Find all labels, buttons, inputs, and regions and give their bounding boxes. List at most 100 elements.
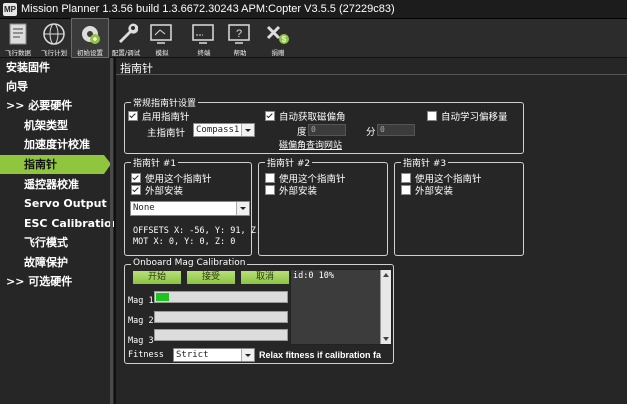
- toolbar-flight-plan-button[interactable]: 飞行计划: [36, 19, 72, 57]
- checkbox-label: 外部安装: [145, 186, 184, 197]
- chevron-down-icon: [241, 124, 254, 136]
- sidebar-item-failsafe[interactable]: 故障保护: [24, 253, 68, 272]
- mag-1-progress-bar: [154, 291, 288, 303]
- toolbar-label: 模拟: [155, 49, 169, 57]
- compass-panel: 指南针 常规指南针设置 启用指南针 主指南针 Compass1 自动获取磁偏角 …: [116, 58, 627, 404]
- sidebar-item-label: >> 可选硬件: [6, 275, 73, 288]
- svg-text:$: $: [282, 35, 287, 44]
- toolbar-label: 捐赠: [271, 49, 285, 57]
- config-wrench-icon: [119, 23, 138, 43]
- checkbox-label: 自动获取磁偏角: [279, 112, 346, 123]
- select-value: Compass1: [196, 125, 240, 135]
- fitness-hint: Relax fitness if calibration fa: [259, 350, 382, 360]
- fitness-label: Fitness: [128, 350, 164, 360]
- select-value: Strict: [176, 350, 209, 360]
- auto-learn-offsets-checkbox[interactable]: 自动学习偏移量: [427, 109, 508, 123]
- compass-1-orientation-select[interactable]: None: [130, 201, 250, 216]
- setup-sidebar: 安装固件 向导 >> 必要硬件 机架类型 加速度计校准 指南针 遥控器校准 Se…: [0, 58, 120, 404]
- title-bar: MP Mission Planner 1.3.56 build 1.3.6672…: [0, 0, 627, 19]
- compass-1-offsets: OFFSETS X: -56, Y: 91, Z:: [133, 226, 261, 236]
- group-title: 指南针 #2: [265, 156, 313, 169]
- group-title: 指南针 #3: [401, 156, 449, 169]
- fitness-select[interactable]: Strict: [173, 348, 255, 362]
- start-calibration-button[interactable]: 开始: [133, 271, 181, 284]
- donate-icon: $: [266, 25, 289, 44]
- terminal-icon: [192, 24, 214, 44]
- degree-input[interactable]: 0: [308, 124, 346, 136]
- sidebar-item-accel-calibration[interactable]: 加速度计校准: [24, 135, 90, 154]
- toolbar-flight-data-button[interactable]: 飞行数据: [0, 19, 36, 57]
- toolbar-terminal-button[interactable]: 终端: [186, 19, 222, 57]
- cancel-calibration-button[interactable]: 取消: [241, 271, 289, 284]
- setup-gear-icon: [82, 26, 100, 44]
- onboard-mag-calibration-group: Onboard Mag Calibration 开始 接受 取消 id:0 10…: [124, 258, 394, 364]
- globe-icon: [43, 23, 65, 45]
- progress-fill: [156, 293, 170, 301]
- group-title: Onboard Mag Calibration: [131, 258, 248, 268]
- toolbar-label: 飞行数据: [5, 49, 31, 57]
- checkbox-label: 自动学习偏移量: [441, 112, 508, 123]
- group-title: 常规指南针设置: [131, 96, 199, 109]
- checkbox-icon: [131, 185, 141, 195]
- sidebar-item-label: 遥控器校准: [24, 178, 79, 191]
- compass-2-group: 指南针 #2 使用这个指南针 外部安装: [258, 156, 388, 256]
- sidebar-item-label: 机架类型: [24, 119, 68, 132]
- compass-1-external-checkbox[interactable]: 外部安装: [131, 183, 183, 197]
- toolbar-simulation-button[interactable]: 模拟: [144, 19, 180, 57]
- sidebar-item-label: ESC Calibration: [24, 217, 120, 230]
- toolbar-config-button[interactable]: 配置/调试: [108, 19, 144, 57]
- compass-3-external-checkbox[interactable]: 外部安装: [401, 183, 453, 197]
- toolbar-help-button[interactable]: ? 帮助: [222, 19, 258, 57]
- declination-website-link[interactable]: 磁偏角查询网站: [279, 138, 342, 151]
- sidebar-item-esc-calibration[interactable]: ESC Calibration: [24, 214, 120, 233]
- accept-calibration-button[interactable]: 接受: [187, 271, 235, 284]
- sidebar-item-radio-calibration[interactable]: 遥控器校准: [24, 175, 79, 194]
- primary-compass-label: 主指南针: [147, 128, 186, 139]
- sidebar-item-frame-type[interactable]: 机架类型: [24, 116, 68, 135]
- toolbar-label: 帮助: [233, 49, 247, 57]
- sidebar-item-install-firmware[interactable]: 安装固件: [6, 58, 50, 77]
- toolbar-initial-setup-button[interactable]: 初始设置: [71, 18, 109, 58]
- sidebar-item-servo-output[interactable]: Servo Output: [24, 194, 107, 213]
- sidebar-item-label: 飞行模式: [24, 236, 68, 249]
- auto-declination-checkbox[interactable]: 自动获取磁偏角: [265, 109, 346, 123]
- toolbar-donate-button[interactable]: $ 捐赠: [260, 19, 296, 57]
- checkbox-icon: [401, 185, 411, 195]
- main-toolbar: 飞行数据 飞行计划 初始设置 配置/调试 模拟 终端 ? 帮助 $ 捐赠: [0, 18, 627, 58]
- minute-label: 分: [366, 127, 376, 138]
- sidebar-item-flight-modes[interactable]: 飞行模式: [24, 233, 68, 252]
- checkbox-icon: [131, 173, 141, 183]
- enable-compass-checkbox[interactable]: 启用指南针: [128, 109, 190, 123]
- mag-2-progress-bar: [154, 311, 288, 323]
- calibration-log: id:0 10%: [290, 269, 392, 345]
- toolbar-label: 初始设置: [77, 49, 103, 57]
- compass-3-group: 指南针 #3 使用这个指南针 外部安装: [394, 156, 524, 256]
- minute-input[interactable]: 0: [377, 124, 415, 136]
- simulation-icon: [150, 24, 172, 44]
- checkbox-icon: [427, 111, 437, 121]
- app-logo-icon: MP: [3, 2, 17, 16]
- checkbox-icon: [401, 173, 411, 183]
- checkbox-label: 外部安装: [415, 186, 454, 197]
- sidebar-item-label: Servo Output: [24, 197, 107, 210]
- title-divider: [116, 74, 627, 75]
- degree-label: 度: [297, 127, 307, 138]
- checkbox-icon: [265, 173, 275, 183]
- chevron-down-icon: [241, 349, 254, 361]
- compass-2-external-checkbox[interactable]: 外部安装: [265, 183, 317, 197]
- calibration-log-text: id:0 10%: [293, 271, 334, 281]
- sidebar-item-optional-hardware[interactable]: >> 可选硬件: [6, 272, 72, 291]
- log-scrollbar[interactable]: [380, 270, 391, 344]
- compass-1-group: 指南针 #1 使用这个指南针 外部安装 None OFFSETS X: -56,…: [124, 156, 261, 256]
- checkbox-label: 启用指南针: [142, 112, 190, 123]
- sidebar-item-label: 指南针: [24, 158, 57, 171]
- general-compass-settings-group: 常规指南针设置 启用指南针 主指南针 Compass1 自动获取磁偏角 度 0 …: [124, 96, 524, 154]
- sidebar-item-wizard[interactable]: 向导: [6, 77, 28, 96]
- mag-1-label: Mag 1: [128, 296, 154, 306]
- primary-compass-select[interactable]: Compass1: [193, 123, 255, 137]
- sidebar-splitter[interactable]: [110, 58, 113, 404]
- sidebar-item-mandatory-hardware[interactable]: >> 必要硬件: [6, 96, 72, 115]
- sidebar-item-compass[interactable]: 指南针: [0, 155, 111, 174]
- compass-1-mot: MOT X: 0, Y: 0, Z: 0: [133, 237, 236, 247]
- sidebar-item-label: >> 必要硬件: [6, 99, 73, 112]
